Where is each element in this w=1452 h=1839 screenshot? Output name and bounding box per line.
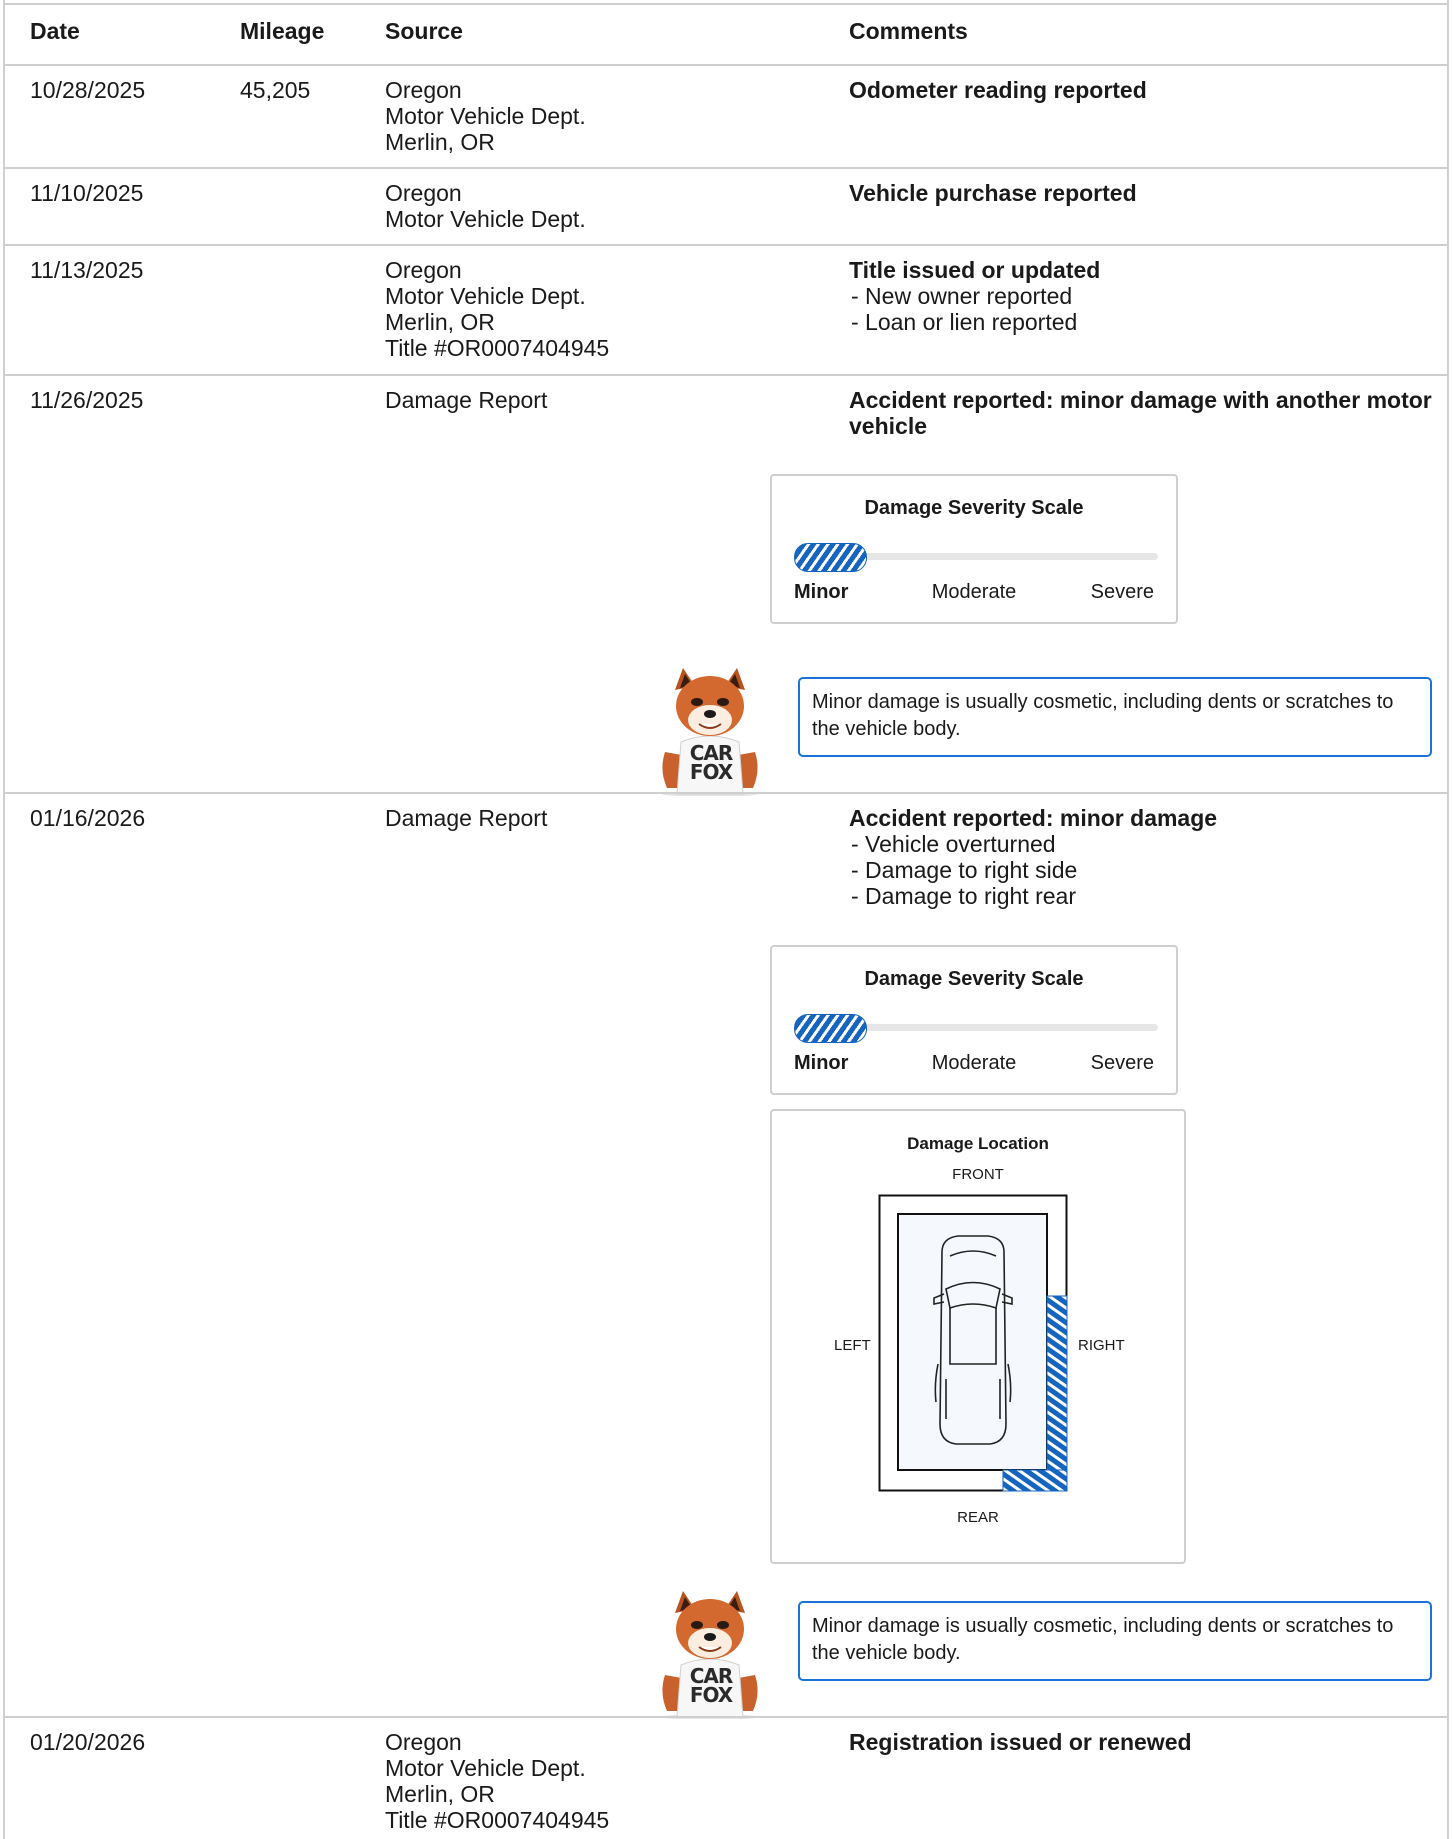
location-label-left: LEFT (834, 1337, 871, 1354)
row-comment-title: Odometer reading reported (849, 77, 1147, 103)
row-source: Oregon Motor Vehicle Dept. (385, 180, 586, 232)
header-date: Date (30, 18, 80, 44)
row-divider (5, 244, 1447, 246)
row-source: Damage Report (385, 387, 548, 413)
damage-severity-scale: Damage Severity Scale Minor Moderate Sev… (770, 945, 1178, 1095)
damage-location-title: Damage Location (907, 1134, 1049, 1153)
row-comment-title: Accident reported: minor damage (849, 805, 1218, 831)
location-label-front: FRONT (952, 1166, 1004, 1183)
severity-label-severe: Severe (1090, 1052, 1154, 1074)
row-comment-title: Registration issued or renewed (849, 1729, 1192, 1755)
severity-scale-title: Damage Severity Scale (864, 968, 1084, 990)
damage-zone-right-rear (1002, 1469, 1068, 1492)
row-source: Oregon Motor Vehicle Dept. Merlin, OR (385, 77, 586, 155)
minor-damage-tip: Minor damage is usually cosmetic, includ… (798, 1601, 1432, 1681)
row-source: Oregon Motor Vehicle Dept. Merlin, OR Ti… (385, 257, 610, 361)
minor-damage-tip: Minor damage is usually cosmetic, includ… (798, 677, 1432, 757)
severity-label-severe: Severe (1090, 581, 1154, 603)
row-comment-items: - New owner reported - Loan or lien repo… (851, 283, 1078, 335)
row-date: 11/13/2025 (30, 257, 144, 283)
row-divider (5, 374, 1447, 376)
severity-scale-title: Damage Severity Scale (864, 497, 1084, 519)
row-date: 01/16/2026 (30, 805, 146, 831)
row-mileage: 45,205 (240, 77, 311, 103)
vehicle-top-view-icon (878, 1194, 1068, 1492)
damage-zone-right-side (1046, 1295, 1068, 1471)
row-comment-items: - Vehicle overturned - Damage to right s… (851, 831, 1078, 909)
header-source: Source (385, 18, 463, 44)
row-comment-title: Title issued or updated (849, 257, 1101, 283)
row-source: Oregon Motor Vehicle Dept. Merlin, OR Ti… (385, 1729, 610, 1833)
mascot-shirt-text: CAR FOX (685, 1666, 737, 1707)
mascot-shirt-line2: FOX (689, 1683, 733, 1707)
row-divider (5, 792, 1447, 794)
row-date: 10/28/2025 (30, 77, 146, 103)
row-comment-title: Vehicle purchase reported (849, 180, 1137, 206)
damage-location-diagram: Damage Location FRONT REAR LEFT RIGHT (770, 1109, 1186, 1564)
header-divider (5, 64, 1447, 66)
location-label-right: RIGHT (1078, 1337, 1125, 1354)
row-divider (5, 1716, 1447, 1718)
row-comment-title: Accident reported: minor damage with ano… (849, 387, 1432, 439)
severity-fill (794, 1014, 867, 1043)
table-top-border (5, 3, 1447, 5)
row-date: 11/26/2025 (30, 387, 144, 413)
row-divider (5, 167, 1447, 169)
location-label-rear: REAR (957, 1509, 999, 1526)
vehicle-history-table: Date Mileage Source Comments 10/28/2025 … (3, 0, 1449, 1839)
header-mileage: Mileage (240, 18, 325, 44)
mascot-shirt-text: CAR FOX (685, 743, 737, 784)
row-source: Damage Report (385, 805, 548, 831)
header-comments: Comments (849, 18, 968, 44)
row-date: 01/20/2026 (30, 1729, 146, 1755)
mascot-shirt-line2: FOX (689, 760, 733, 784)
damage-severity-scale: Damage Severity Scale Minor Moderate Sev… (770, 474, 1178, 624)
carfox-mascot-image: CAR FOX (647, 660, 773, 797)
row-date: 11/10/2025 (30, 180, 144, 206)
carfox-mascot-image: CAR FOX (647, 1583, 773, 1720)
severity-fill (794, 543, 867, 572)
